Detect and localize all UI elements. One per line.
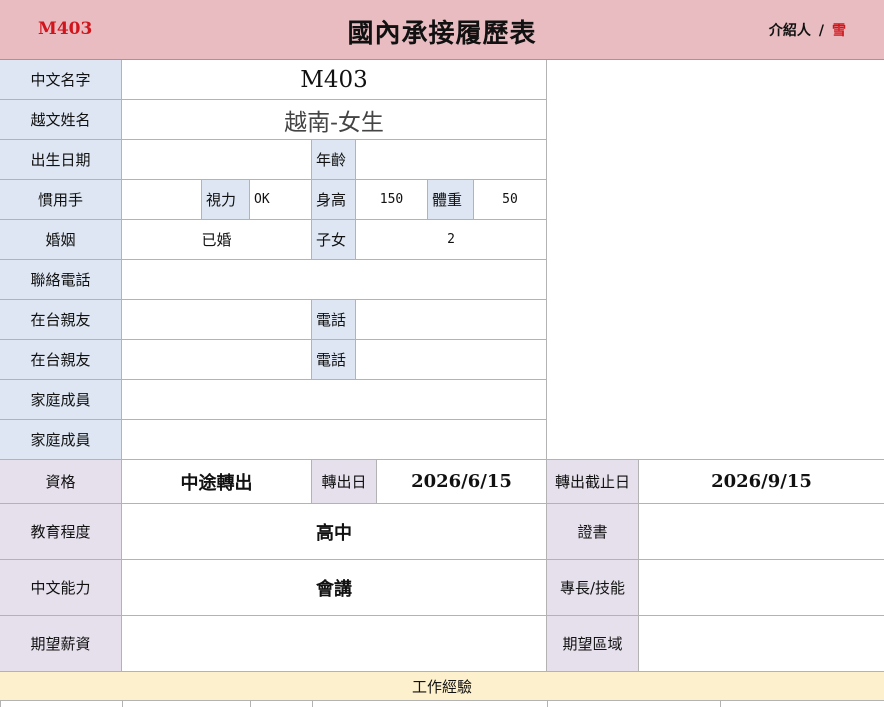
expected-region-label: 期望區域 bbox=[547, 616, 639, 672]
transfer-deadline-label: 轉出截止日 bbox=[547, 460, 639, 504]
marital-status-label: 婚姻 bbox=[0, 220, 122, 260]
birth-date-label: 出生日期 bbox=[0, 140, 122, 180]
marital-status-value[interactable]: 已婚 bbox=[122, 220, 312, 260]
certificate-label: 證書 bbox=[547, 504, 639, 560]
family-member-1-value[interactable] bbox=[122, 380, 547, 420]
chinese-name-label: 中文名字 bbox=[0, 60, 122, 100]
expected-salary-value[interactable] bbox=[122, 616, 547, 672]
relative-1-value[interactable] bbox=[122, 300, 312, 340]
relative-2-phone-value[interactable] bbox=[356, 340, 547, 380]
skills-value[interactable] bbox=[639, 560, 884, 616]
grid-line bbox=[312, 701, 313, 707]
age-label: 年齡 bbox=[312, 140, 356, 180]
chinese-ability-value[interactable]: 會講 bbox=[122, 560, 547, 616]
dominant-hand-label: 慣用手 bbox=[0, 180, 122, 220]
photo-area bbox=[547, 60, 884, 460]
resume-grid: 中文名字 M403 越文姓名 越南-女生 出生日期 年齡 慣用手 視力 OK 身… bbox=[0, 0, 884, 707]
grid-line bbox=[547, 701, 548, 707]
skills-label: 專長/技能 bbox=[547, 560, 639, 616]
expected-region-value[interactable] bbox=[639, 616, 884, 672]
vietnamese-name-label: 越文姓名 bbox=[0, 100, 122, 140]
children-value[interactable]: 2 bbox=[356, 220, 547, 260]
vision-label: 視力 bbox=[202, 180, 250, 220]
chinese-ability-label: 中文能力 bbox=[0, 560, 122, 616]
qualification-value[interactable]: 中途轉出 bbox=[122, 460, 312, 504]
relative-2-label: 在台親友 bbox=[0, 340, 122, 380]
birth-date-value[interactable] bbox=[122, 140, 312, 180]
expected-salary-label: 期望薪資 bbox=[0, 616, 122, 672]
relative-1-phone-label: 電話 bbox=[312, 300, 356, 340]
relative-2-value[interactable] bbox=[122, 340, 312, 380]
chinese-name-value[interactable]: M403 bbox=[122, 60, 547, 100]
education-label: 教育程度 bbox=[0, 504, 122, 560]
family-member-2-value[interactable] bbox=[122, 420, 547, 460]
family-member-2-label: 家庭成員 bbox=[0, 420, 122, 460]
dominant-hand-value[interactable] bbox=[122, 180, 202, 220]
transfer-deadline-value[interactable]: 2026/9/15 bbox=[639, 460, 884, 504]
education-value[interactable]: 高中 bbox=[122, 504, 547, 560]
relative-1-phone-value[interactable] bbox=[356, 300, 547, 340]
age-value[interactable] bbox=[356, 140, 547, 180]
children-label: 子女 bbox=[312, 220, 356, 260]
transfer-date-value[interactable]: 2026/6/15 bbox=[377, 460, 547, 504]
grid-line bbox=[122, 701, 123, 707]
vision-value[interactable]: OK bbox=[250, 180, 312, 220]
height-value[interactable]: 150 bbox=[356, 180, 428, 220]
vietnamese-name-value[interactable]: 越南-女生 bbox=[122, 100, 547, 140]
weight-value[interactable]: 50 bbox=[474, 180, 547, 220]
transfer-date-label: 轉出日 bbox=[312, 460, 377, 504]
height-label: 身高 bbox=[312, 180, 356, 220]
relative-2-phone-label: 電話 bbox=[312, 340, 356, 380]
grid-line bbox=[250, 701, 251, 707]
contact-phone-value[interactable] bbox=[122, 260, 547, 300]
certificate-value[interactable] bbox=[639, 504, 884, 560]
family-member-1-label: 家庭成員 bbox=[0, 380, 122, 420]
contact-phone-label: 聯絡電話 bbox=[0, 260, 122, 300]
qualification-label: 資格 bbox=[0, 460, 122, 504]
work-experience-header: 工作經驗 bbox=[0, 672, 884, 701]
grid-line bbox=[720, 701, 721, 707]
weight-label: 體重 bbox=[428, 180, 474, 220]
relative-1-label: 在台親友 bbox=[0, 300, 122, 340]
